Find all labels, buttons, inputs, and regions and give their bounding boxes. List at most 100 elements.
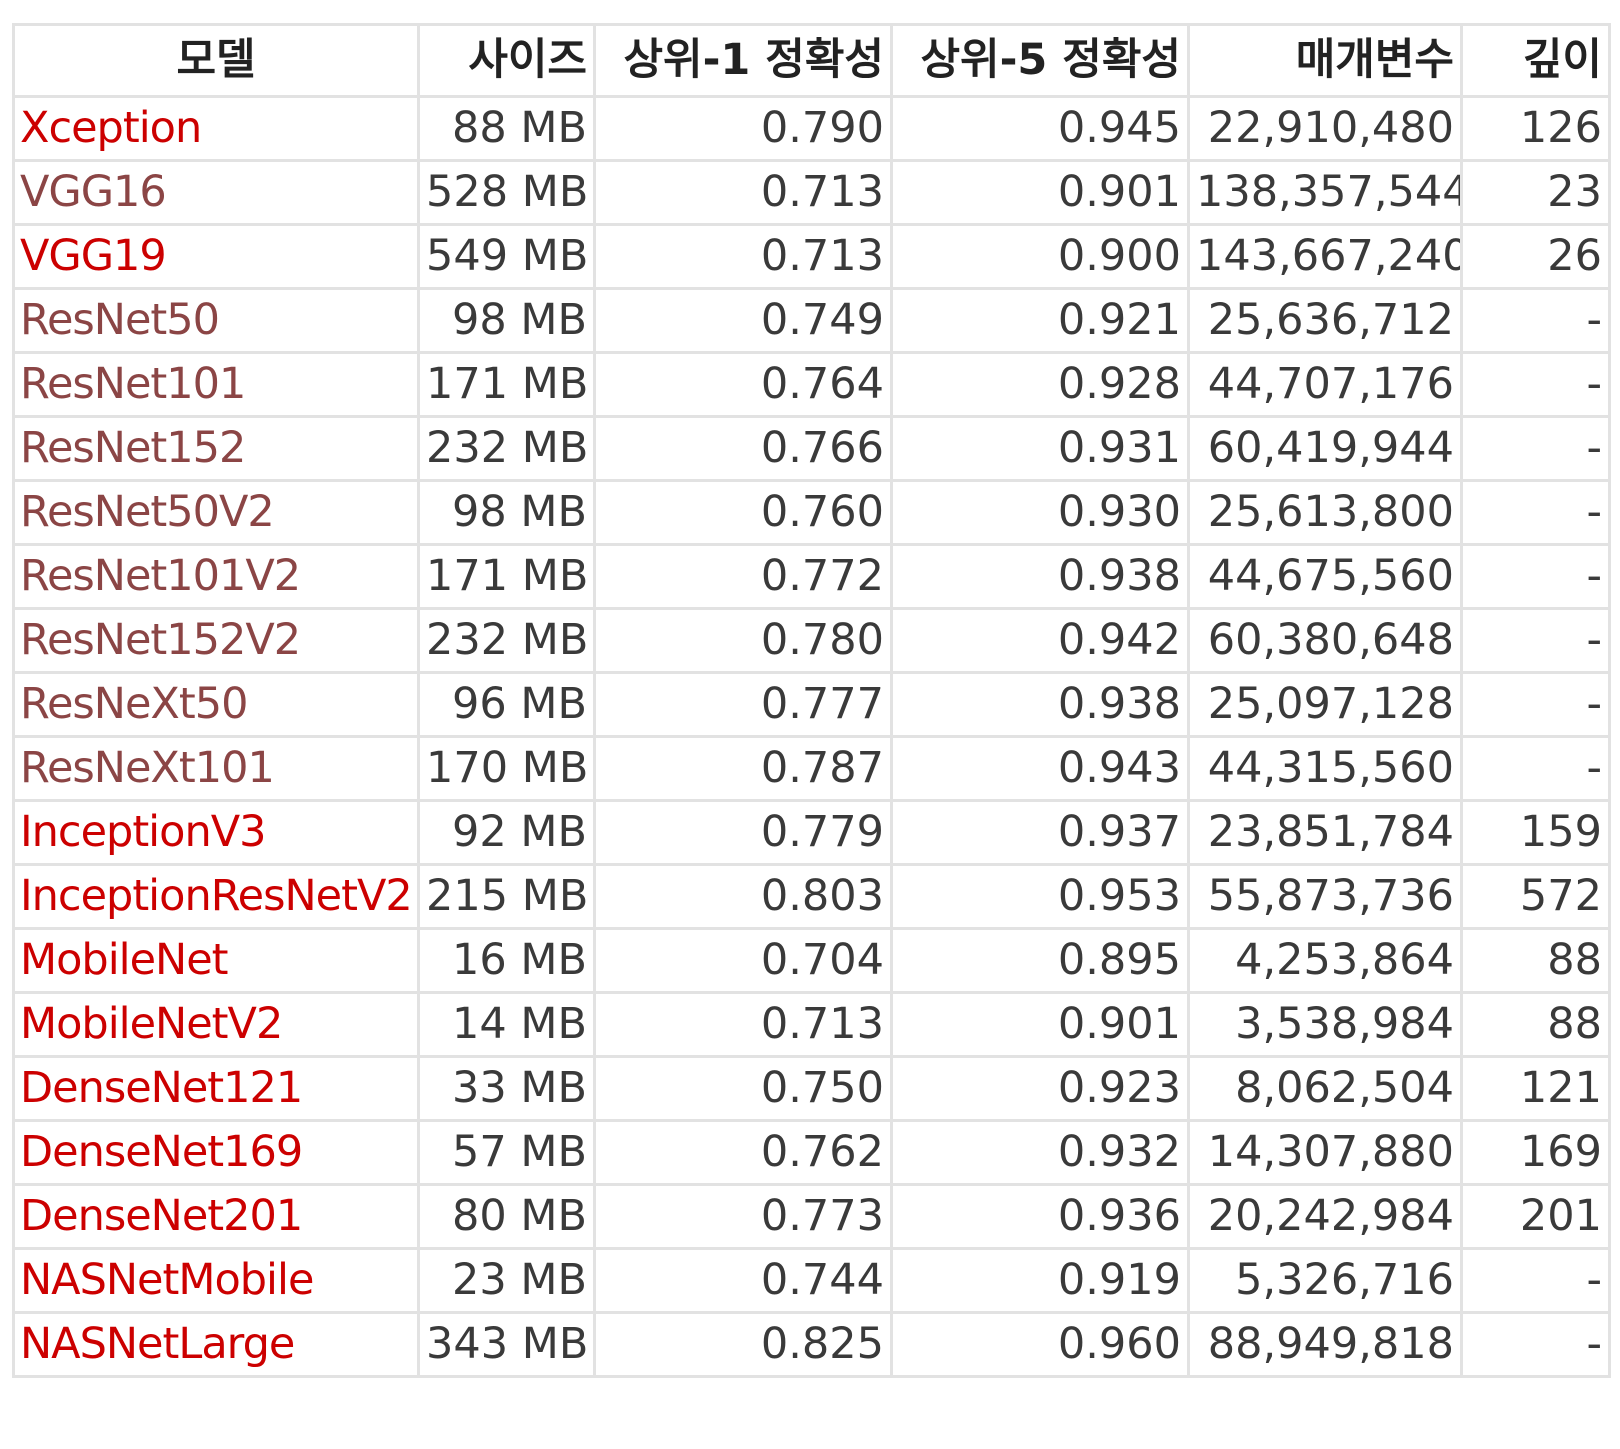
- table-row: ResNet50 98 MB 0.749 0.921 25,636,712-: [12, 287, 1611, 354]
- parameters-cell: 44,707,176: [1187, 351, 1463, 418]
- top5-accuracy-cell: 0.960: [890, 1311, 1190, 1378]
- top5-accuracy-cell: 0.943: [890, 735, 1190, 802]
- top5-accuracy-cell: 0.901: [890, 159, 1190, 226]
- parameters-cell: 44,675,560: [1187, 543, 1463, 610]
- table-header: 모델 사이즈 상위-1 정확성 상위-5 정확성 매개변수 깊이: [12, 23, 1611, 98]
- top5-accuracy-cell: 0.938: [890, 543, 1190, 610]
- model-link[interactable]: NASNetMobile: [20, 1255, 314, 1305]
- depth-cell: 88: [1460, 927, 1611, 994]
- parameters-cell: 23,851,784: [1187, 799, 1463, 866]
- model-link[interactable]: VGG16: [20, 167, 167, 217]
- model-link[interactable]: ResNet152: [20, 423, 246, 473]
- size-cell: 170 MB: [417, 735, 596, 802]
- depth-cell: 88: [1460, 991, 1611, 1058]
- table-row: ResNet101 171 MB 0.764 0.928 44,707,176-: [12, 351, 1611, 418]
- parameters-cell: 14,307,880: [1187, 1119, 1463, 1186]
- parameters-cell: 138,357,544: [1187, 159, 1463, 226]
- top1-accuracy-cell: 0.790: [593, 95, 893, 162]
- top5-accuracy-cell: 0.953: [890, 863, 1190, 930]
- header-depth: 깊이: [1460, 23, 1611, 98]
- depth-cell: -: [1460, 607, 1611, 674]
- model-name-cell: VGG19: [12, 223, 420, 290]
- model-link[interactable]: InceptionResNetV2: [20, 871, 413, 921]
- table-row: ResNeXt101 170 MB 0.787 0.943 44,315,560-: [12, 735, 1611, 802]
- size-cell: 57 MB: [417, 1119, 596, 1186]
- parameters-cell: 8,062,504: [1187, 1055, 1463, 1122]
- model-name-cell: MobileNet: [12, 927, 420, 994]
- parameters-cell: 3,538,984: [1187, 991, 1463, 1058]
- size-cell: 23 MB: [417, 1247, 596, 1314]
- model-link[interactable]: NASNetLarge: [20, 1319, 295, 1369]
- depth-cell: -: [1460, 1247, 1611, 1314]
- model-name-cell: Xception: [12, 95, 420, 162]
- model-name-cell: ResNeXt50: [12, 671, 420, 738]
- size-cell: 16 MB: [417, 927, 596, 994]
- model-link[interactable]: DenseNet201: [20, 1191, 303, 1241]
- parameters-cell: 22,910,480: [1187, 95, 1463, 162]
- top5-accuracy-cell: 0.931: [890, 415, 1190, 482]
- top5-accuracy-cell: 0.937: [890, 799, 1190, 866]
- model-link[interactable]: ResNet50V2: [20, 487, 275, 537]
- model-link[interactable]: ResNet101: [20, 359, 246, 409]
- model-link[interactable]: ResNeXt101: [20, 743, 275, 793]
- model-link[interactable]: ResNet101V2: [20, 551, 301, 601]
- model-link[interactable]: DenseNet169: [20, 1127, 303, 1177]
- depth-cell: 23: [1460, 159, 1611, 226]
- size-cell: 215 MB: [417, 863, 596, 930]
- parameters-cell: 60,380,648: [1187, 607, 1463, 674]
- model-link[interactable]: MobileNetV2: [20, 999, 283, 1049]
- depth-cell: -: [1460, 351, 1611, 418]
- model-name-cell: ResNet50V2: [12, 479, 420, 546]
- table-row: MobileNetV2 14 MB 0.713 0.901 3,538,984 88: [12, 991, 1611, 1058]
- model-comparison-table: 모델 사이즈 상위-1 정확성 상위-5 정확성 매개변수 깊이 Xceptio…: [12, 23, 1611, 1378]
- model-link[interactable]: DenseNet121: [20, 1063, 303, 1113]
- size-cell: 92 MB: [417, 799, 596, 866]
- table-row: DenseNet169 57 MB 0.762 0.932 14,307,880 169: [12, 1119, 1611, 1186]
- top1-accuracy-cell: 0.713: [593, 159, 893, 226]
- top1-accuracy-cell: 0.760: [593, 479, 893, 546]
- depth-cell: -: [1460, 1311, 1611, 1378]
- model-name-cell: DenseNet201: [12, 1183, 420, 1250]
- model-name-cell: DenseNet169: [12, 1119, 420, 1186]
- model-link[interactable]: ResNeXt50: [20, 679, 248, 729]
- model-link[interactable]: InceptionV3: [20, 807, 266, 857]
- model-name-cell: MobileNetV2: [12, 991, 420, 1058]
- model-link[interactable]: Xception: [20, 103, 202, 153]
- size-cell: 96 MB: [417, 671, 596, 738]
- size-cell: 98 MB: [417, 479, 596, 546]
- table-row: ResNet152 232 MB 0.766 0.931 60,419,944-: [12, 415, 1611, 482]
- top5-accuracy-cell: 0.919: [890, 1247, 1190, 1314]
- size-cell: 343 MB: [417, 1311, 596, 1378]
- table-row: VGG16 528 MB 0.713 0.901 138,357,544 23: [12, 159, 1611, 226]
- top1-accuracy-cell: 0.779: [593, 799, 893, 866]
- top1-accuracy-cell: 0.764: [593, 351, 893, 418]
- parameters-cell: 4,253,864: [1187, 927, 1463, 994]
- top1-accuracy-cell: 0.762: [593, 1119, 893, 1186]
- model-name-cell: ResNet101: [12, 351, 420, 418]
- size-cell: 171 MB: [417, 543, 596, 610]
- model-link[interactable]: MobileNet: [20, 935, 229, 985]
- top1-accuracy-cell: 0.744: [593, 1247, 893, 1314]
- top1-accuracy-cell: 0.704: [593, 927, 893, 994]
- table-row: ResNet101V2 171 MB 0.772 0.938 44,675,560-: [12, 543, 1611, 610]
- header-top5-accuracy: 상위-5 정확성: [890, 23, 1190, 98]
- top1-accuracy-cell: 0.780: [593, 607, 893, 674]
- top5-accuracy-cell: 0.945: [890, 95, 1190, 162]
- top1-accuracy-cell: 0.713: [593, 223, 893, 290]
- model-link[interactable]: ResNet152V2: [20, 615, 301, 665]
- top5-accuracy-cell: 0.921: [890, 287, 1190, 354]
- model-name-cell: ResNeXt101: [12, 735, 420, 802]
- parameters-cell: 44,315,560: [1187, 735, 1463, 802]
- table-row: MobileNet 16 MB 0.704 0.895 4,253,864 88: [12, 927, 1611, 994]
- depth-cell: 201: [1460, 1183, 1611, 1250]
- top1-accuracy-cell: 0.749: [593, 287, 893, 354]
- size-cell: 80 MB: [417, 1183, 596, 1250]
- size-cell: 88 MB: [417, 95, 596, 162]
- model-link[interactable]: VGG19: [20, 231, 167, 281]
- top5-accuracy-cell: 0.900: [890, 223, 1190, 290]
- size-cell: 98 MB: [417, 287, 596, 354]
- table-row: ResNet152V2 232 MB 0.780 0.942 60,380,648-: [12, 607, 1611, 674]
- top1-accuracy-cell: 0.825: [593, 1311, 893, 1378]
- model-link[interactable]: ResNet50: [20, 295, 220, 345]
- model-name-cell: ResNet152: [12, 415, 420, 482]
